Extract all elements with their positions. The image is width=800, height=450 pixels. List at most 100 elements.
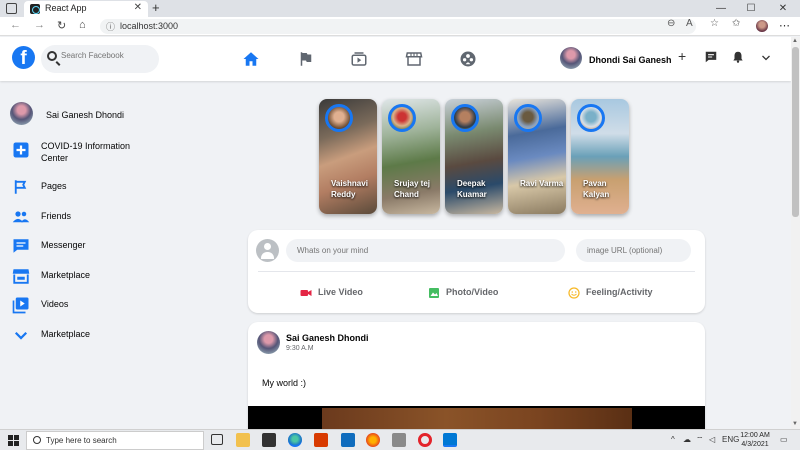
story-name: Deepak Kuamar: [457, 179, 487, 199]
sidebar-item-covid[interactable]: COVID-19 Information Center: [10, 138, 160, 168]
search-input[interactable]: [61, 51, 153, 60]
story-avatar: [514, 104, 542, 132]
browser-profile-avatar[interactable]: [756, 20, 768, 32]
file-explorer-icon[interactable]: [236, 433, 250, 447]
story-avatar: [388, 104, 416, 132]
clock-date: 4/3/2021: [741, 441, 769, 448]
task-view-icon[interactable]: [211, 434, 223, 445]
message-input[interactable]: [286, 239, 565, 262]
sidebar-item-more[interactable]: Marketplace: [10, 323, 160, 347]
user-avatar[interactable]: [560, 47, 582, 69]
facebook-logo-icon[interactable]: f: [12, 46, 35, 69]
sidebar-item-profile[interactable]: Sai Ganesh Dhondi: [10, 102, 160, 126]
story-card[interactable]: Pavan Kalyan: [571, 99, 629, 214]
story-name: Pavan Kalyan: [583, 179, 610, 199]
app-icon[interactable]: [392, 433, 406, 447]
language-indicator[interactable]: ENG: [722, 435, 739, 444]
opera-icon[interactable]: [418, 433, 432, 447]
sidebar-item-messenger[interactable]: Messenger: [10, 234, 160, 258]
video-library-icon: [12, 297, 29, 314]
feed-post: Sai Ganesh Dhondi 9:30 A.M My world :): [248, 322, 705, 430]
post-author-name[interactable]: Sai Ganesh Dhondi: [286, 333, 369, 343]
story-name: Vaishnavi Reddy: [331, 179, 368, 199]
vscode-icon[interactable]: [443, 433, 457, 447]
browser-tab[interactable]: React App ✕: [24, 1, 148, 17]
photo-library-icon: [429, 288, 439, 298]
option-label: Live Video: [318, 287, 363, 297]
marketplace-icon[interactable]: [405, 50, 423, 68]
smiley-icon: [568, 287, 580, 299]
favorites-bar-icon[interactable]: ✩: [732, 18, 740, 29]
store-icon[interactable]: [262, 433, 276, 447]
watch-icon[interactable]: [350, 50, 368, 68]
sidebar-item-friends[interactable]: Friends: [10, 205, 160, 229]
home-icon[interactable]: [242, 50, 260, 68]
notifications-icon[interactable]: [731, 50, 745, 64]
back-icon[interactable]: ←: [10, 19, 21, 31]
wifi-icon[interactable]: ⌔: [696, 435, 704, 445]
more-menu-icon[interactable]: ⋯: [779, 19, 790, 32]
maximize-icon[interactable]: ☐: [736, 0, 766, 17]
photo-video-button[interactable]: Photo/Video: [428, 286, 528, 300]
minimize-icon[interactable]: —: [706, 0, 736, 17]
volume-icon[interactable]: ◁: [709, 435, 715, 444]
story-card[interactable]: Srujay tej Chand: [382, 99, 440, 214]
refresh-icon[interactable]: ↻: [57, 19, 66, 32]
taskbar-clock[interactable]: 12:00 AM 4/3/2021: [740, 431, 770, 449]
zoom-icon[interactable]: ⊖: [667, 18, 675, 29]
left-sidebar: Sai Ganesh Dhondi COVID-19 Information C…: [0, 81, 240, 429]
home-page-icon[interactable]: ⌂: [79, 19, 86, 31]
sidebar-item-marketplace[interactable]: Marketplace: [10, 264, 160, 288]
chevron-down-icon: [14, 331, 28, 340]
live-video-button[interactable]: Live Video: [300, 286, 390, 300]
flag-icon[interactable]: [297, 50, 315, 68]
tray-expand-icon[interactable]: ^: [671, 435, 675, 444]
chat-icon: [13, 239, 29, 253]
sidebar-item-label: Pages: [41, 181, 67, 191]
story-card[interactable]: Vaishnavi Reddy: [319, 99, 377, 214]
chevron-down-icon[interactable]: [760, 52, 772, 64]
mail-icon[interactable]: [341, 433, 355, 447]
groups-icon[interactable]: [459, 50, 477, 68]
story-card[interactable]: Deepak Kuamar: [445, 99, 503, 214]
story-name: Ravi Varma: [520, 179, 564, 188]
header-user-name[interactable]: Dhondi Sai Ganesh: [589, 55, 672, 65]
post-image[interactable]: [322, 408, 632, 430]
scrollbar-thumb[interactable]: [792, 47, 799, 217]
address-bar: ← → ↻ ⌂ ⓘ localhost:3000 ⊖ A ☆ ✩ ⋯: [0, 17, 800, 36]
story-avatar: [451, 104, 479, 132]
sidebar-item-pages[interactable]: Pages: [10, 175, 160, 199]
story-card[interactable]: Ravi Varma: [508, 99, 566, 214]
sidebar-item-videos[interactable]: Videos: [10, 293, 160, 317]
forward-icon[interactable]: →: [34, 19, 45, 31]
page-scrollbar[interactable]: ▲ ▼: [791, 37, 800, 429]
video-camera-icon: [300, 290, 312, 296]
feeling-activity-button[interactable]: Feeling/Activity: [568, 286, 683, 300]
new-tab-icon[interactable]: +: [152, 0, 160, 15]
scroll-down-icon[interactable]: ▼: [792, 421, 798, 427]
plus-icon[interactable]: +: [678, 48, 686, 64]
close-window-icon[interactable]: ✕: [768, 0, 798, 17]
facebook-header: f Dhondi Sai Ganesh +: [0, 37, 791, 81]
flag-icon: [14, 180, 27, 194]
read-aloud-icon[interactable]: A: [686, 18, 693, 29]
windows-start-icon[interactable]: [8, 435, 19, 446]
scroll-up-icon[interactable]: ▲: [792, 38, 798, 44]
favorite-icon[interactable]: ☆: [710, 18, 719, 29]
firefox-icon[interactable]: [366, 433, 380, 447]
info-icon[interactable]: ⓘ: [106, 20, 115, 33]
sidebar-user-name: Sai Ganesh Dhondi: [46, 110, 125, 120]
sidebar-item-label: Friends: [41, 211, 72, 221]
messenger-icon[interactable]: [704, 50, 718, 64]
tab-actions-icon[interactable]: [6, 3, 17, 14]
search-box[interactable]: [41, 45, 159, 73]
close-tab-icon[interactable]: ✕: [134, 2, 142, 13]
office-icon[interactable]: [314, 433, 328, 447]
url-field[interactable]: ⓘ localhost:3000: [100, 19, 696, 34]
edge-browser-icon[interactable]: [288, 433, 302, 447]
cloud-icon[interactable]: ☁: [683, 435, 691, 444]
post-author-avatar[interactable]: [257, 331, 280, 354]
notification-center-icon[interactable]: ▭: [780, 435, 788, 444]
image-url-input[interactable]: [576, 239, 691, 262]
taskbar-search[interactable]: Type here to search: [26, 431, 204, 450]
